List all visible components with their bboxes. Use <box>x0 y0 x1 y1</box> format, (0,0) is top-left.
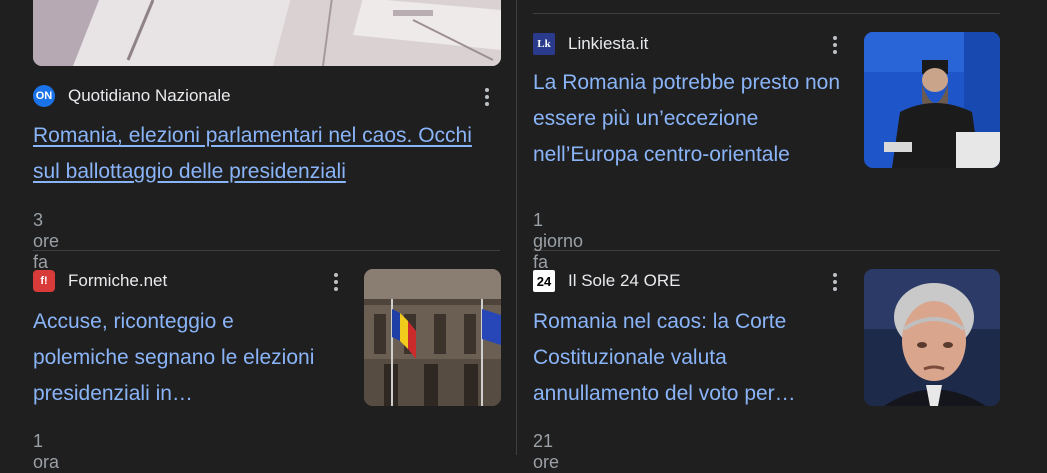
timestamp: 3 ore fa <box>33 210 60 272</box>
headline-link[interactable]: La Romania potrebbe presto non essere pi… <box>533 65 843 173</box>
source-row[interactable]: 24 Il Sole 24 ORE <box>533 269 680 293</box>
headline-link[interactable]: Romania nel caos: la Corte Costituzional… <box>533 304 843 412</box>
linkiesta-logo-icon: Lk <box>533 33 555 55</box>
source-row[interactable]: Lk Linkiesta.it <box>533 32 648 56</box>
column-divider <box>516 0 517 455</box>
source-row[interactable]: f! Formiche.net <box>33 269 167 293</box>
romanian-flag-building-thumbnail[interactable] <box>364 269 501 406</box>
quotidiano-nazionale-logo-icon: ON <box>33 85 55 107</box>
more-vert-icon[interactable] <box>477 85 497 109</box>
source-row[interactable]: ON Quotidiano Nazionale <box>33 84 231 108</box>
ballot-box-thumbnail[interactable] <box>33 0 501 66</box>
more-vert-icon[interactable] <box>326 270 346 294</box>
news-results: ON Quotidiano Nazionale Romania, elezion… <box>0 0 1047 473</box>
headline-link[interactable]: Romania, elezioni parlamentari nel caos.… <box>33 118 483 190</box>
man-portrait-thumbnail[interactable] <box>864 269 1000 406</box>
source-name: Formiche.net <box>68 271 168 290</box>
timestamp: 1 ora fa <box>33 431 60 472</box>
sole-24-ore-logo-icon: 24 <box>533 270 555 292</box>
source-name: Quotidiano Nazionale <box>68 86 231 105</box>
headline-link[interactable]: Accuse, riconteggio e polemiche segnano … <box>33 304 333 412</box>
more-vert-icon[interactable] <box>825 270 845 294</box>
source-name: Linkiesta.it <box>568 34 649 53</box>
row-divider-left <box>33 250 500 251</box>
source-name: Il Sole 24 ORE <box>568 271 681 290</box>
row-divider-right <box>533 250 1000 251</box>
row-divider-top-right <box>533 13 1000 14</box>
formiche-logo-icon: f! <box>33 270 55 292</box>
priest-voting-thumbnail[interactable] <box>864 32 1000 168</box>
timestamp: 1 giorno fa <box>533 210 584 272</box>
timestamp: 21 ore fa <box>533 431 560 472</box>
more-vert-icon[interactable] <box>825 33 845 57</box>
